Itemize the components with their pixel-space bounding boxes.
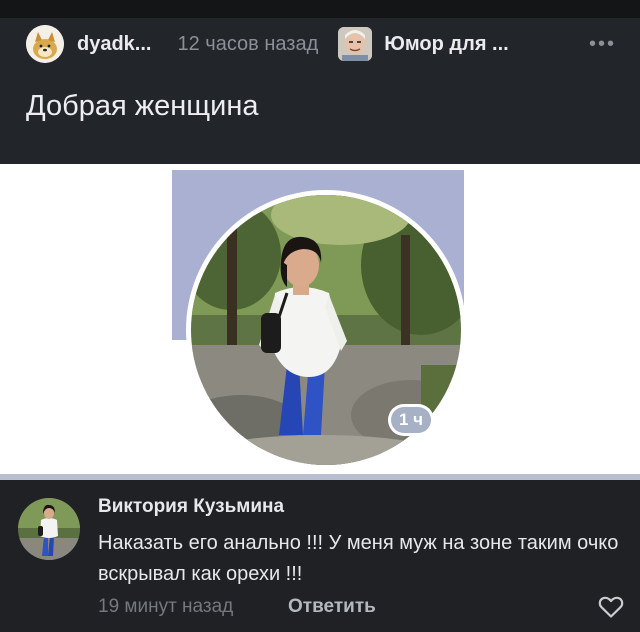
post-author[interactable]: dyadk... [77, 33, 151, 56]
top-strip [0, 0, 640, 18]
author-avatar[interactable] [26, 25, 64, 63]
commenter-avatar[interactable] [18, 498, 80, 560]
reply-button[interactable]: Ответить [288, 596, 376, 618]
post-image[interactable]: 1 ч [0, 164, 640, 474]
community-avatar[interactable] [338, 27, 373, 61]
community-name[interactable]: Юмор для ... [384, 33, 508, 56]
more-icon[interactable]: ••• [589, 33, 616, 56]
post-time: 12 часов назад [177, 32, 319, 55]
doge-avatar-icon [26, 25, 64, 63]
community-avatar-icon [338, 27, 373, 61]
comment-time: 19 минут назад [98, 596, 234, 617]
heart-icon[interactable] [598, 595, 624, 619]
commenter-name[interactable]: Виктория Кузьмина [98, 496, 284, 518]
commenter-avatar-icon [18, 498, 80, 560]
post-title: Добрая женщина [26, 90, 259, 122]
comment-text: Наказать его анально !!! У меня муж на з… [98, 532, 619, 585]
online-time-badge: 1 ч [388, 404, 434, 436]
badge-label: 1 ч [390, 407, 432, 433]
post-meta-row: dyadk... 12 часов назад Юмор для ... ••• [26, 24, 616, 64]
comment: Виктория Кузьмина Наказать его анально !… [0, 480, 640, 632]
